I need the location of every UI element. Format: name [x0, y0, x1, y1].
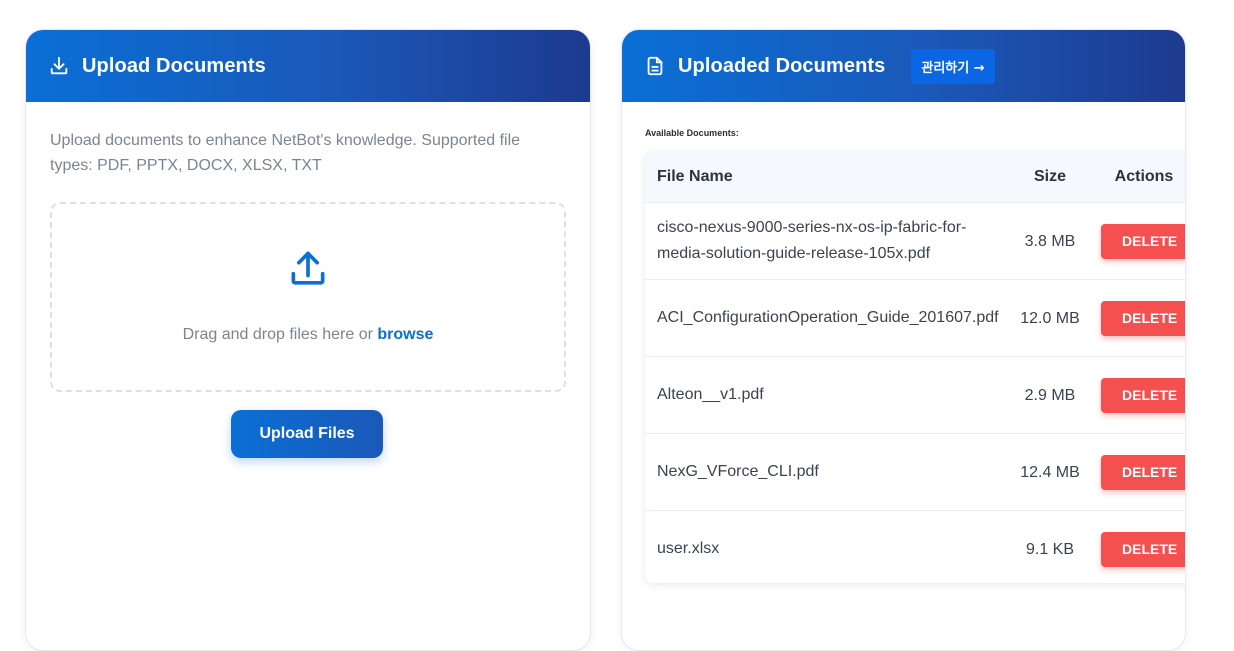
file-name-cell: Alteon__v1.pdf [657, 386, 764, 403]
delete-button[interactable]: DELETE [1101, 454, 1185, 490]
download-icon [48, 55, 70, 77]
table-row: user.xlsx 9.1 KB DELETE [645, 510, 1185, 583]
table-row: ACI_ConfigurationOperation_Guide_201607.… [645, 279, 1185, 356]
upload-description: Upload documents to enhance NetBot's kno… [50, 132, 521, 174]
table-row: cisco-nexus-9000-series-nx-os-ip-fabric-… [645, 202, 1185, 279]
uploaded-documents-card: Uploaded Documents 관리하기 → Available Docu… [621, 29, 1186, 651]
delete-button[interactable]: DELETE [1101, 300, 1185, 336]
dropzone-text: Drag and drop files here or browse [52, 326, 564, 344]
file-size-cell: 2.9 MB [1024, 386, 1076, 404]
upload-files-button[interactable]: Upload Files [231, 410, 383, 458]
file-name-cell: ACI_ConfigurationOperation_Guide_201607.… [657, 309, 999, 326]
delete-button[interactable]: DELETE [1101, 223, 1185, 259]
file-size-cell: 3.8 MB [1024, 232, 1076, 250]
column-header-file-name: File Name [657, 167, 733, 185]
actions-cell: DELETE [1083, 531, 1185, 567]
column-header-actions: Actions [1114, 167, 1174, 185]
delete-button[interactable]: DELETE [1101, 531, 1185, 567]
file-name-cell: cisco-nexus-9000-series-nx-os-ip-fabric-… [657, 219, 967, 262]
file-size-cell: 12.4 MB [1020, 463, 1080, 481]
upload-card-title: Upload Documents [82, 54, 266, 77]
actions-cell: DELETE [1083, 377, 1185, 413]
table-row: Alteon__v1.pdf 2.9 MB DELETE [645, 356, 1185, 433]
documents-card-header: Uploaded Documents 관리하기 → [622, 30, 1185, 102]
upload-card-header: Upload Documents [26, 30, 590, 102]
documents-card-title: Uploaded Documents [678, 54, 886, 77]
upload-documents-card: Upload Documents Upload documents to enh… [25, 29, 591, 651]
upload-icon [286, 248, 330, 292]
table-row: NexG_VForce_CLI.pdf 12.4 MB DELETE [645, 433, 1185, 510]
table-header: File Name Size Actions [645, 151, 1185, 202]
file-name-cell: NexG_VForce_CLI.pdf [657, 463, 819, 480]
delete-button[interactable]: DELETE [1101, 377, 1185, 413]
documents-table: File Name Size Actions cisco-nexus-9000-… [645, 151, 1185, 583]
dropzone-instruction: Drag and drop files here or [182, 326, 378, 343]
column-header-size: Size [1033, 167, 1066, 185]
actions-cell: DELETE [1083, 300, 1185, 336]
browse-link[interactable]: browse [377, 326, 433, 343]
file-size-cell: 12.0 MB [1020, 309, 1080, 327]
available-documents-label: Available Documents: [645, 128, 739, 138]
document-icon [644, 55, 666, 77]
file-name-cell: user.xlsx [657, 540, 720, 557]
actions-cell: DELETE [1083, 454, 1185, 490]
file-dropzone[interactable]: Drag and drop files here or browse [50, 202, 566, 392]
manage-button[interactable]: 관리하기 → [911, 48, 995, 84]
actions-cell: DELETE [1083, 223, 1185, 259]
file-size-cell: 9.1 KB [1025, 540, 1075, 558]
